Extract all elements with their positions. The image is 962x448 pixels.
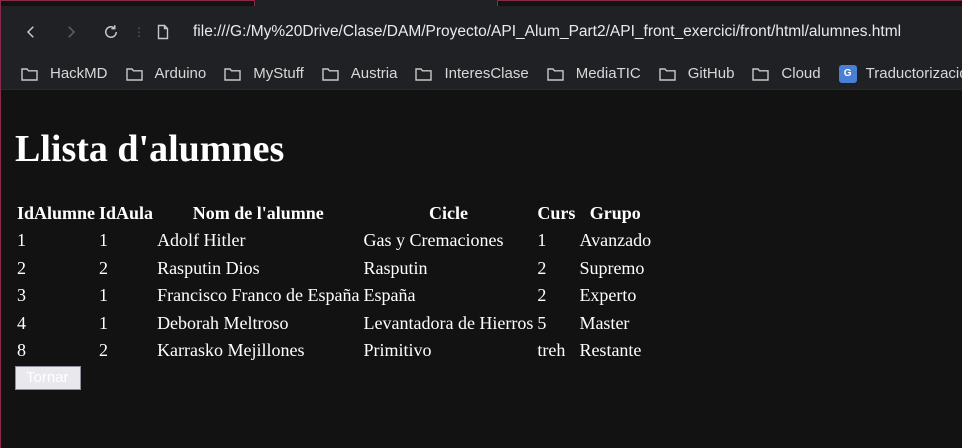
bookmark-mystuff[interactable]: MyStuff xyxy=(224,65,304,82)
students-table: IdAlumne IdAula Nom de l'alumne Cicle Cu… xyxy=(14,199,654,366)
column-header: IdAula xyxy=(99,203,154,223)
table-cell: Avanzado xyxy=(579,230,652,250)
bookmark-github[interactable]: GitHub xyxy=(659,65,735,82)
bookmark-arduino[interactable]: Arduino xyxy=(125,65,207,82)
table-row: 8 2 Karrasko Mejillones Primitivo treh R… xyxy=(16,338,652,364)
table-cell: Supremo xyxy=(579,257,645,278)
table-cell: 5 xyxy=(537,312,547,333)
column-header: Curs xyxy=(537,203,576,223)
browser-toolbar: ⋮ file:///G:/My%20Drive/Clase/DAM/Proyec… xyxy=(1,6,962,58)
bookmark-hackmd[interactable]: HackMD xyxy=(21,65,108,82)
table-cell: Francisco Franco de España xyxy=(157,285,360,305)
table-cell: 2 xyxy=(99,340,109,360)
bookmark-label: GitHub xyxy=(687,65,735,82)
bookmark-interesclase[interactable]: InteresClase xyxy=(415,65,529,82)
bookmark-label: Arduino xyxy=(154,65,207,82)
table-cell: Karrasko Mejillones xyxy=(157,340,305,360)
table-cell: 2 xyxy=(17,257,26,278)
column-header: Nom de l'alumne xyxy=(192,203,324,223)
table-row: 1 1 Adolf Hitler Gas y Cremaciones 1 Ava… xyxy=(16,228,652,254)
page-title: Llista d'alumnes xyxy=(15,128,285,170)
toolbar-separator-dots: ⋮ xyxy=(133,25,145,39)
address-bar[interactable]: file:///G:/My%20Drive/Clase/DAM/Proyecto… xyxy=(149,14,962,50)
reload-button[interactable] xyxy=(93,14,129,50)
arrow-right-icon xyxy=(68,26,76,38)
table-cell: Rasputin xyxy=(363,257,428,278)
table-header-row: IdAlumne IdAula Nom de l'alumne Cicle Cu… xyxy=(16,201,652,226)
bookmark-label: Austria xyxy=(350,65,398,82)
file-icon xyxy=(157,24,169,40)
bookmark-austria[interactable]: Austria xyxy=(322,65,398,82)
table-cell: 2 xyxy=(99,257,109,278)
bookmark-label: Cloud xyxy=(781,65,821,82)
table-cell: 1 xyxy=(99,230,109,250)
table-row: 4 1 Deborah Meltroso Levantadora de Hier… xyxy=(16,311,652,337)
table-cell: Experto xyxy=(579,285,637,305)
table-cell: Levantadora de Hierros xyxy=(363,312,534,333)
google-translate-icon: G xyxy=(838,64,857,83)
table-cell: 2 xyxy=(537,257,547,278)
table-cell: Adolf Hitler xyxy=(157,230,246,250)
table-cell: Primitivo xyxy=(363,340,432,360)
bookmark-label: MediaTIC xyxy=(575,65,641,82)
forward-nav-button[interactable] xyxy=(53,14,89,50)
table-cell: 1 xyxy=(537,230,547,250)
arrow-left-icon xyxy=(26,26,34,38)
table-cell: 3 xyxy=(17,285,26,305)
table-cell: Master xyxy=(579,312,630,333)
table-cell: Gas y Cremaciones xyxy=(363,230,504,250)
table-cell: 1 xyxy=(99,312,109,333)
folder-icon xyxy=(322,67,339,81)
folder-icon xyxy=(547,67,564,81)
table-cell: 1 xyxy=(17,230,26,250)
table-row: 2 2 Rasputin Dios Rasputin 2 Supremo xyxy=(16,256,652,282)
bookmark-traductorizacion[interactable]: G Traductorizacion xyxy=(838,64,962,83)
table-cell: Deborah Meltroso xyxy=(157,312,289,333)
table-cell: 4 xyxy=(17,312,26,333)
bookmark-mediatic[interactable]: MediaTIC xyxy=(547,65,641,82)
table-cell: Rasputin Dios xyxy=(157,257,260,278)
back-nav-button[interactable] xyxy=(13,14,49,50)
tornar-button[interactable]: Tornar xyxy=(15,365,81,390)
column-header: Cicle xyxy=(428,203,468,223)
url-text[interactable]: file:///G:/My%20Drive/Clase/DAM/Proyecto… xyxy=(193,23,901,41)
folder-icon xyxy=(21,67,38,81)
column-header: IdAlumne xyxy=(17,203,96,223)
reload-icon xyxy=(105,25,117,38)
table-row: 3 1 Francisco Franco de España España 2 … xyxy=(16,283,652,309)
folder-icon xyxy=(125,67,143,81)
bookmarks-bar: HackMD Arduino MyStuff Austria InteresCl… xyxy=(1,58,962,90)
table-cell: España xyxy=(363,285,416,305)
table-cell: 8 xyxy=(17,340,26,360)
folder-icon xyxy=(224,67,241,81)
folder-icon xyxy=(752,67,770,81)
bookmark-label: InteresClase xyxy=(444,65,529,82)
folder-icon xyxy=(659,67,676,81)
bookmark-cloud[interactable]: Cloud xyxy=(752,65,821,82)
page-content: Llista d'alumnes IdAlumne IdAula Nom de … xyxy=(15,91,955,390)
folder-icon xyxy=(415,67,433,81)
table-cell: 2 xyxy=(537,285,547,305)
bookmark-label: HackMD xyxy=(50,65,108,82)
table-cell: treh xyxy=(537,340,566,360)
bookmark-label: Traductorizacion xyxy=(865,65,962,82)
column-header: Grupo xyxy=(589,203,641,223)
table-cell: Restante xyxy=(579,340,642,360)
table-cell: 1 xyxy=(99,285,109,305)
bookmark-label: MyStuff xyxy=(253,65,304,82)
